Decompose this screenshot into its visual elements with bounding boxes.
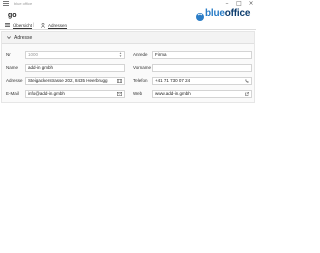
logo-mark-icon [195, 9, 204, 21]
nr-label: Nr [6, 52, 11, 57]
minimize-icon[interactable]: – [221, 0, 233, 8]
list-icon [5, 23, 10, 27]
logo-text-blue: blue [205, 8, 225, 19]
section-header[interactable]: Adresse [2, 32, 254, 44]
tab-separator: | [33, 22, 35, 27]
tab-label: Adressen [48, 22, 68, 28]
address-section: Adresse Nr 1000 ▲ ▼ Anrede Firma Name add… [1, 31, 255, 103]
email-value: info@add-in.gmbh [28, 91, 65, 96]
vorname-field[interactable] [152, 64, 252, 72]
phone-icon[interactable] [245, 79, 249, 83]
nr-stepper-icon[interactable]: ▲ ▼ [118, 52, 123, 58]
adresse-label: Adresse [6, 78, 23, 83]
name-label: Name [6, 65, 19, 70]
app-title: go [8, 12, 17, 19]
person-icon [41, 22, 45, 28]
anrede-label: Anrede [133, 52, 148, 57]
tab-label: Übersicht [13, 22, 33, 28]
logo-text-office: office [224, 8, 251, 19]
adresse-value: Steigackerstrasse 202, 8435 Heerbrugg [28, 78, 108, 83]
mail-icon[interactable] [117, 92, 122, 96]
email-field[interactable]: info@add-in.gmbh [25, 90, 125, 98]
telefon-value: +41 71 730 07 24 [155, 78, 191, 83]
window-titlebar: blue office – □ × [0, 0, 294, 8]
section-title: Adresse [14, 35, 33, 41]
web-label: Web [133, 91, 143, 96]
nr-field[interactable]: 1000 ▲ ▼ [25, 51, 125, 59]
nr-value: 1000 [28, 52, 39, 57]
tab-adressen[interactable]: Adressen [41, 21, 67, 29]
maximize-icon[interactable]: □ [233, 0, 245, 8]
web-value: www.add-in.gmbh [155, 91, 191, 96]
vorname-label: Vorname [133, 65, 152, 70]
anrede-field[interactable]: Firma [152, 51, 252, 59]
telefon-field[interactable]: +41 71 730 07 24 [152, 77, 252, 85]
blueoffice-logo: blueoffice [195, 8, 251, 21]
hamburger-menu-icon[interactable] [3, 1, 9, 6]
tabs-divider [0, 29, 256, 30]
map-icon[interactable] [117, 79, 122, 83]
adresse-field[interactable]: Steigackerstrasse 202, 8435 Heerbrugg [25, 77, 125, 85]
chevron-down-icon[interactable] [7, 35, 11, 40]
web-field[interactable]: www.add-in.gmbh [152, 90, 252, 98]
telefon-label: Telefon [133, 78, 148, 83]
anrede-value: Firma [155, 52, 167, 57]
email-label: E-Mail [6, 91, 19, 96]
close-icon[interactable]: × [245, 0, 257, 8]
tab-uebersicht[interactable]: Übersicht [5, 21, 32, 29]
name-value: add-in gmbh [28, 65, 54, 70]
window-title: blue office [14, 1, 33, 6]
name-field[interactable]: add-in gmbh [25, 64, 125, 72]
open-link-icon[interactable] [245, 92, 249, 96]
